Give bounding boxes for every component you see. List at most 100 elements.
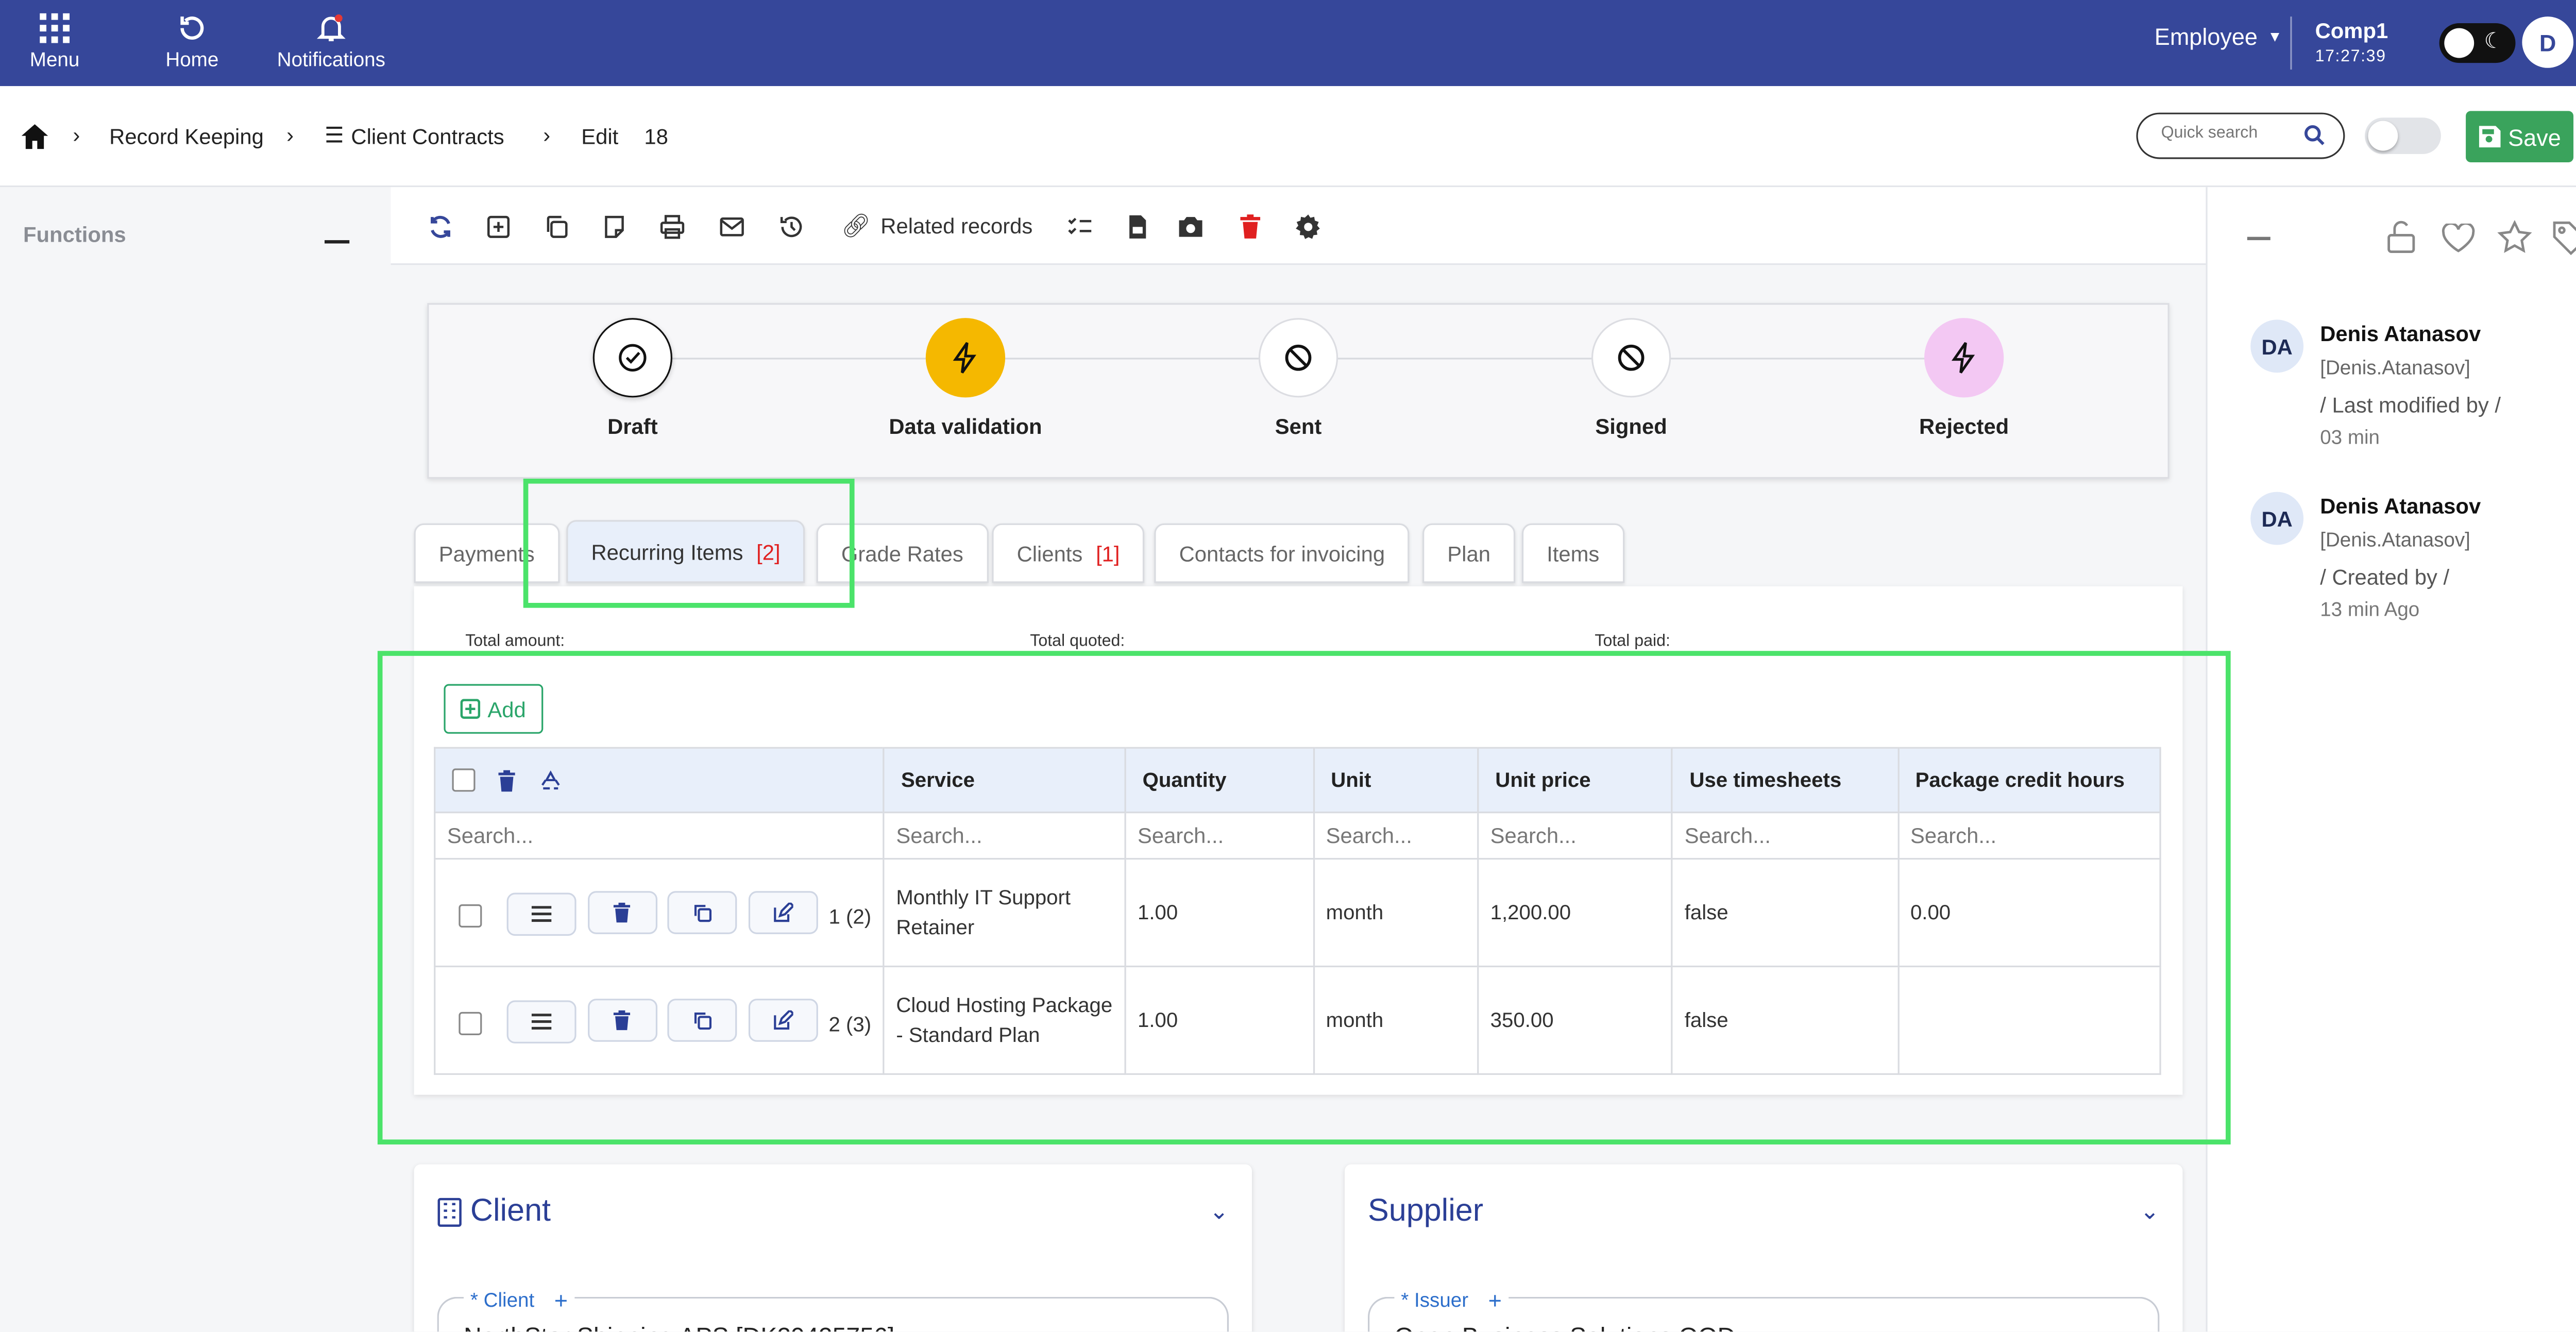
breadcrumb-record-keeping[interactable]: Record Keeping: [109, 124, 264, 149]
chevron-right-icon: ›: [286, 122, 294, 148]
toggle-knob: [2368, 121, 2398, 151]
stage-data-validation[interactable]: Data validation: [866, 318, 1065, 439]
copy-icon[interactable]: [543, 214, 569, 240]
collapse-minus-icon[interactable]: [2247, 237, 2270, 240]
save-button[interactable]: Save: [2466, 111, 2574, 163]
column-header-unit-price[interactable]: Unit price: [1478, 748, 1673, 813]
column-header-quantity[interactable]: Quantity: [1125, 748, 1315, 813]
search-icon[interactable]: [2303, 124, 2325, 146]
notifications-button[interactable]: Notifications: [272, 13, 391, 71]
stage-rejected[interactable]: Rejected: [1865, 318, 2063, 439]
row-checkbox[interactable]: [459, 1012, 482, 1036]
tab-count-badge: [2]: [756, 539, 781, 564]
search-unit-price[interactable]: Search...: [1477, 812, 1673, 860]
user-avatar[interactable]: D: [2522, 16, 2574, 68]
row-delete-button[interactable]: [587, 890, 657, 934]
related-records-button[interactable]: 🔗︎ Related records: [841, 212, 1032, 240]
toggle-knob: [2444, 28, 2475, 58]
print-icon[interactable]: [659, 214, 685, 240]
activity-user-name[interactable]: Denis Atanasov: [2320, 494, 2481, 518]
history-icon[interactable]: [778, 214, 805, 240]
column-header-service[interactable]: Service: [884, 748, 1126, 813]
role-label: Employee: [2154, 23, 2258, 50]
record-toolbar: 🔗︎ Related records: [391, 187, 2206, 265]
menu-label: Menu: [29, 48, 80, 72]
search-unit[interactable]: Search...: [1312, 812, 1479, 860]
stage-sent[interactable]: Sent: [1199, 318, 1398, 439]
topbar-divider: [2290, 16, 2292, 70]
tab-clients[interactable]: Clients [1]: [992, 523, 1145, 583]
row-edit-button[interactable]: [748, 890, 818, 934]
bulk-delete-icon[interactable]: [498, 770, 518, 791]
client-title-text: Client: [470, 1194, 551, 1229]
camera-icon[interactable]: [1177, 214, 1204, 240]
checklist-icon[interactable]: [1066, 214, 1093, 240]
refresh-icon[interactable]: [427, 214, 453, 240]
dark-mode-toggle[interactable]: ☾: [2439, 23, 2516, 63]
chevron-right-icon: ›: [73, 122, 80, 148]
email-icon[interactable]: [719, 214, 745, 240]
row-edit-button[interactable]: [748, 998, 818, 1041]
add-button[interactable]: Add: [444, 684, 544, 734]
unlock-icon[interactable]: [2386, 221, 2416, 254]
tab-items[interactable]: Items: [1521, 523, 1624, 583]
note-icon[interactable]: [601, 214, 628, 240]
stage-draft[interactable]: Draft: [533, 318, 732, 439]
row-duplicate-button[interactable]: [668, 998, 738, 1041]
edit-mode-toggle[interactable]: [2365, 117, 2441, 154]
tab-payments[interactable]: Payments: [414, 523, 560, 583]
quick-search-input[interactable]: [2158, 122, 2297, 144]
home-icon[interactable]: [21, 124, 48, 149]
row-delete-button[interactable]: [587, 998, 657, 1041]
grid-menu-icon: [40, 13, 70, 43]
chevron-down-icon[interactable]: ⌄: [1209, 1198, 1229, 1226]
heart-icon[interactable]: [2441, 223, 2476, 254]
add-record-icon[interactable]: [485, 214, 512, 240]
search-actions-cell[interactable]: Search...: [434, 812, 885, 860]
pdf-icon[interactable]: [1125, 214, 1151, 240]
search-package-credit-hours[interactable]: Search...: [1897, 812, 2161, 860]
recycle-icon[interactable]: [540, 770, 562, 791]
tab-grade-rates[interactable]: Grade Rates: [816, 523, 988, 583]
collapse-minus-icon[interactable]: [325, 240, 350, 244]
quick-search-box[interactable]: [2136, 112, 2345, 159]
search-quantity[interactable]: Search...: [1124, 812, 1315, 860]
role-dropdown[interactable]: Employee ▼: [2155, 23, 2282, 49]
home-button[interactable]: Home: [159, 13, 226, 71]
column-header-use-timesheets[interactable]: Use timesheets: [1672, 748, 1899, 813]
tab-contacts-for-invoicing[interactable]: Contacts for invoicing: [1154, 523, 1410, 583]
table-row[interactable]: 2 (3) Cloud Hosting Package - Standard P…: [434, 965, 2161, 1075]
row-menu-button[interactable]: [507, 999, 578, 1043]
delete-trash-icon[interactable]: [1237, 214, 1263, 240]
activity-user-name[interactable]: Denis Atanasov: [2320, 322, 2481, 346]
star-icon[interactable]: [2497, 220, 2532, 254]
cell-service: Cloud Hosting Package - Standard Plan: [883, 965, 1126, 1075]
row-checkbox[interactable]: [459, 904, 482, 928]
plus-icon[interactable]: +: [1488, 1287, 1502, 1313]
search-service[interactable]: Search...: [883, 812, 1126, 860]
row-menu-button[interactable]: [507, 891, 578, 935]
top-navigation-bar: Menu Home Notifications Employee ▼ Comp1…: [0, 0, 2576, 87]
chevron-down-icon[interactable]: ⌄: [2140, 1198, 2160, 1226]
tab-plan[interactable]: Plan: [1422, 523, 1516, 583]
tag-icon[interactable]: [2552, 221, 2576, 256]
search-use-timesheets[interactable]: Search...: [1671, 812, 1899, 860]
settings-gear-icon[interactable]: [1295, 214, 1321, 240]
functions-title: Functions: [23, 222, 126, 247]
plus-icon[interactable]: +: [554, 1287, 568, 1313]
breadcrumb-client-contracts[interactable]: Client Contracts: [351, 124, 504, 149]
avatar: DA: [2250, 492, 2304, 545]
column-header-unit[interactable]: Unit: [1313, 748, 1479, 813]
stage-signed[interactable]: Signed: [1532, 318, 1731, 439]
list-icon: ☰: [325, 122, 344, 148]
menu-button[interactable]: Menu: [23, 13, 86, 72]
stage-label: Signed: [1595, 414, 1667, 439]
stage-label: Sent: [1275, 414, 1322, 439]
table-row[interactable]: 1 (2) Monthly IT Support Retainer 1.00 m…: [434, 858, 2161, 968]
tab-recurring-items[interactable]: Recurring Items [2]: [566, 520, 805, 583]
select-all-checkbox[interactable]: [452, 769, 476, 793]
column-header-package-credit-hours[interactable]: Package credit hours: [1897, 748, 2161, 813]
table-header-row: Service Quantity Unit Unit price Use tim…: [434, 748, 2161, 813]
cell-package-credit-hours: [1897, 965, 2161, 1075]
row-duplicate-button[interactable]: [668, 890, 738, 934]
